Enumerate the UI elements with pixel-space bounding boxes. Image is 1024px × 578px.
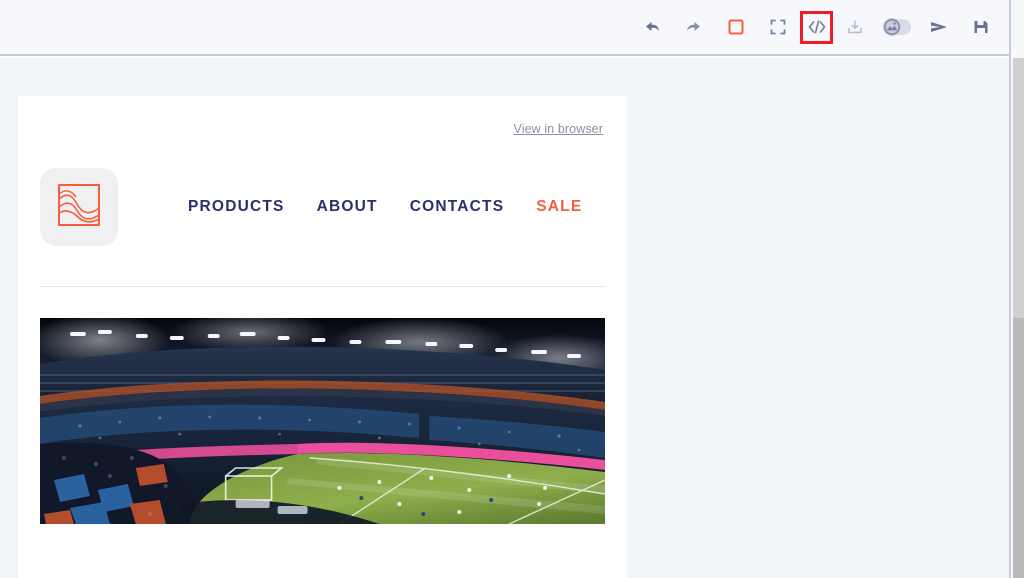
- email-header: PRODUCTS ABOUT CONTACTS SALE: [18, 138, 627, 246]
- undo-arrow-icon: [642, 17, 662, 37]
- undo-button[interactable]: [636, 11, 668, 43]
- hero-image-block[interactable]: [40, 318, 605, 524]
- scrollbar-top-cap: [1011, 0, 1024, 56]
- download-tray-icon: [846, 18, 864, 36]
- view-in-browser-row: View in browser: [18, 96, 627, 138]
- redo-button[interactable]: [678, 11, 710, 43]
- save-button[interactable]: [965, 11, 997, 43]
- send-button[interactable]: [923, 11, 955, 43]
- email-canvas[interactable]: View in browser PRODUCTS ABOUT CONTACTS …: [18, 96, 627, 578]
- code-brackets-icon: [807, 18, 827, 36]
- code-view-button[interactable]: [800, 10, 833, 44]
- images-toggle-button[interactable]: [881, 11, 913, 43]
- email-editor-app: View in browser PRODUCTS ABOUT CONTACTS …: [0, 0, 1024, 578]
- nav-item-sale[interactable]: SALE: [536, 198, 582, 216]
- scrollbar-thumb-lower[interactable]: [1013, 318, 1024, 578]
- fullscreen-button[interactable]: [762, 11, 794, 43]
- view-in-browser-link[interactable]: View in browser: [513, 122, 603, 136]
- expand-icon: [769, 18, 787, 36]
- floppy-disk-icon: [972, 18, 990, 36]
- header-divider: [40, 286, 605, 287]
- nav-item-about[interactable]: ABOUT: [317, 198, 378, 216]
- scrollbar-thumb-upper[interactable]: [1013, 58, 1024, 318]
- email-nav: PRODUCTS ABOUT CONTACTS SALE: [188, 198, 582, 216]
- stop-button[interactable]: [720, 11, 752, 43]
- editor-workspace: View in browser PRODUCTS ABOUT CONTACTS …: [0, 58, 1011, 578]
- image-toggle-icon: [881, 17, 913, 37]
- redo-arrow-icon: [684, 17, 704, 37]
- editor-toolbar: [0, 0, 1011, 56]
- image-placeholder-icon: [56, 182, 102, 233]
- nav-item-products[interactable]: PRODUCTS: [188, 198, 285, 216]
- logo-block[interactable]: [40, 168, 118, 246]
- import-button[interactable]: [839, 11, 871, 43]
- square-outline-icon: [727, 18, 745, 36]
- paper-plane-icon: [928, 18, 950, 36]
- stadium-photo: [40, 318, 605, 524]
- nav-item-contacts[interactable]: CONTACTS: [410, 198, 505, 216]
